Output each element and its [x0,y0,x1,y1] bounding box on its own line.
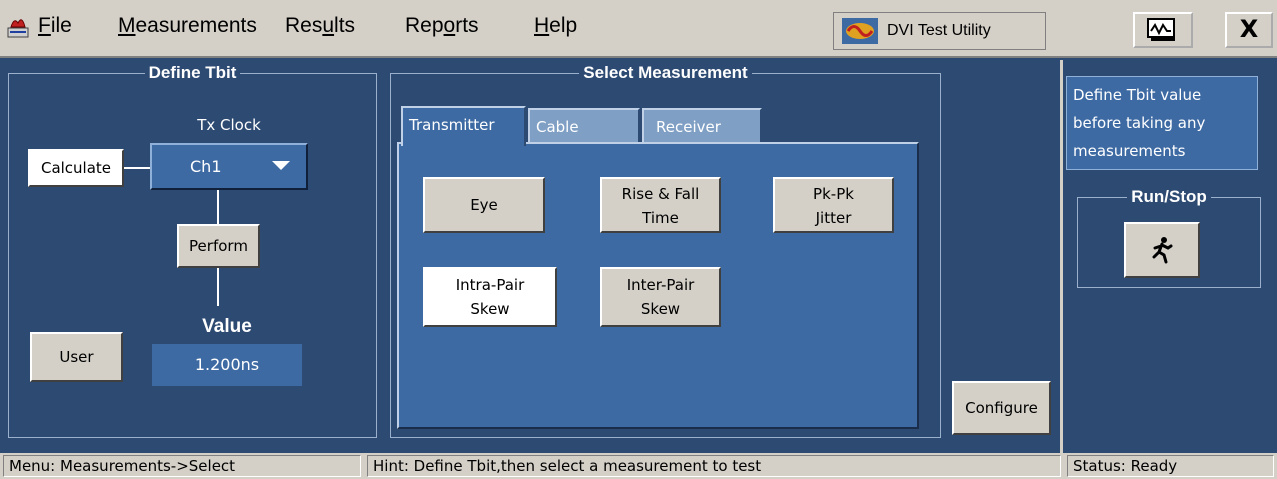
close-button[interactable]: X [1225,12,1273,48]
menu-results[interactable]: Results [285,14,355,38]
app-title: DVI Test Utility [887,22,991,39]
intra-pair-skew-button[interactable]: Intra-Pair Skew [423,267,557,327]
connector-line [124,167,150,169]
button-label-line: Intra-Pair [455,276,525,294]
connector-line [217,268,219,306]
tx-clock-channel-select[interactable]: Ch1 [150,143,308,190]
tab-receiver[interactable]: Receiver [642,108,762,144]
button-label-line: Inter-Pair [626,276,695,294]
close-icon: X [1239,15,1259,43]
status-hint: Hint: Define Tbit,then select a measurem… [367,455,1061,477]
define-tbit-title: Define Tbit [144,63,241,82]
menu-bar: File Measurements Results Reports Help D… [0,0,1277,58]
hint-line: before taking any [1073,114,1206,132]
configure-button[interactable]: Configure [952,381,1051,435]
dropdown-arrow-icon [272,161,290,170]
inter-pair-skew-button[interactable]: Inter-Pair Skew [600,267,721,327]
channel-value: Ch1 [190,157,222,176]
user-button[interactable]: User [30,332,123,382]
app-title-box: DVI Test Utility [833,12,1046,50]
status-menu: Menu: Measurements->Select [3,455,361,477]
hint-line: Define Tbit value [1073,86,1202,104]
value-label: Value [202,316,252,337]
app-logo-icon [842,18,878,44]
hint-line: measurements [1073,142,1186,160]
button-label-line: Rise & Fall [621,185,700,203]
menu-reports[interactable]: Reports [405,14,479,38]
tbit-hint-box: Define Tbit value before taking any meas… [1066,76,1258,170]
app-icon [7,19,29,38]
rise-fall-time-button[interactable]: Rise & Fall Time [600,177,721,233]
tbit-value-field[interactable]: 1.200ns [152,344,302,386]
button-label-line: Jitter [815,209,852,227]
status-bar: Menu: Measurements->Select Hint: Define … [0,453,1277,479]
scope-view-button[interactable] [1133,12,1193,48]
tx-clock-label: Tx Clock [197,116,261,134]
tab-transmitter[interactable]: Transmitter [401,106,526,146]
pk-pk-jitter-button[interactable]: Pk-Pk Jitter [773,177,894,233]
menu-file[interactable]: File [38,14,72,38]
running-man-icon [1152,237,1173,264]
eye-button[interactable]: Eye [423,177,545,233]
tab-cable[interactable]: Cable [528,108,640,144]
menu-measurements[interactable]: Measurements [118,14,257,38]
perform-button[interactable]: Perform [177,224,260,268]
button-label-line: Time [642,209,679,227]
oscilloscope-icon [1147,18,1175,41]
run-stop-button[interactable] [1124,222,1200,278]
select-measurement-title: Select Measurement [579,63,752,82]
calculate-button[interactable]: Calculate [28,149,124,187]
status-ready: Status: Ready [1067,455,1274,477]
connector-line [217,190,219,224]
button-label-line: Skew [470,300,510,318]
run-stop-title: Run/Stop [1127,187,1211,206]
menu-help[interactable]: Help [534,14,577,38]
button-label-line: Pk-Pk [813,185,854,203]
button-label-line: Skew [640,300,681,318]
